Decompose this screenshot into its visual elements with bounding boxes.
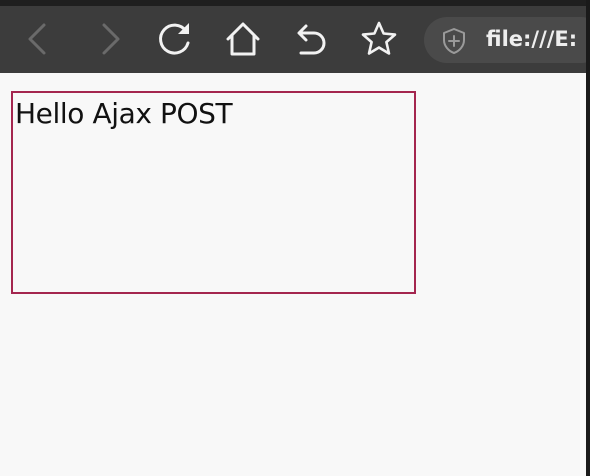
output-text: Hello Ajax POST (15, 97, 233, 130)
star-icon (361, 21, 397, 55)
reload-icon (159, 23, 190, 55)
output-box: Hello Ajax POST (11, 91, 416, 294)
url-text[interactable]: file:///E: (486, 27, 577, 51)
bookmark-star-button[interactable] (358, 19, 400, 59)
home-icon (226, 22, 260, 56)
window-right-edge (586, 0, 590, 476)
undo-icon (297, 24, 326, 55)
home-button[interactable] (222, 19, 264, 59)
browser-toolbar: file:///E: (0, 6, 590, 73)
address-bar[interactable]: file:///E: (424, 17, 590, 63)
page-viewport: Hello Ajax POST (0, 73, 586, 476)
shield-icon[interactable] (440, 27, 468, 55)
chevron-left-icon (28, 23, 46, 55)
forward-button[interactable] (89, 19, 131, 59)
back-button[interactable] (18, 19, 60, 59)
reload-button[interactable] (154, 19, 196, 59)
undo-button[interactable] (290, 19, 332, 59)
chevron-right-icon (102, 23, 120, 55)
